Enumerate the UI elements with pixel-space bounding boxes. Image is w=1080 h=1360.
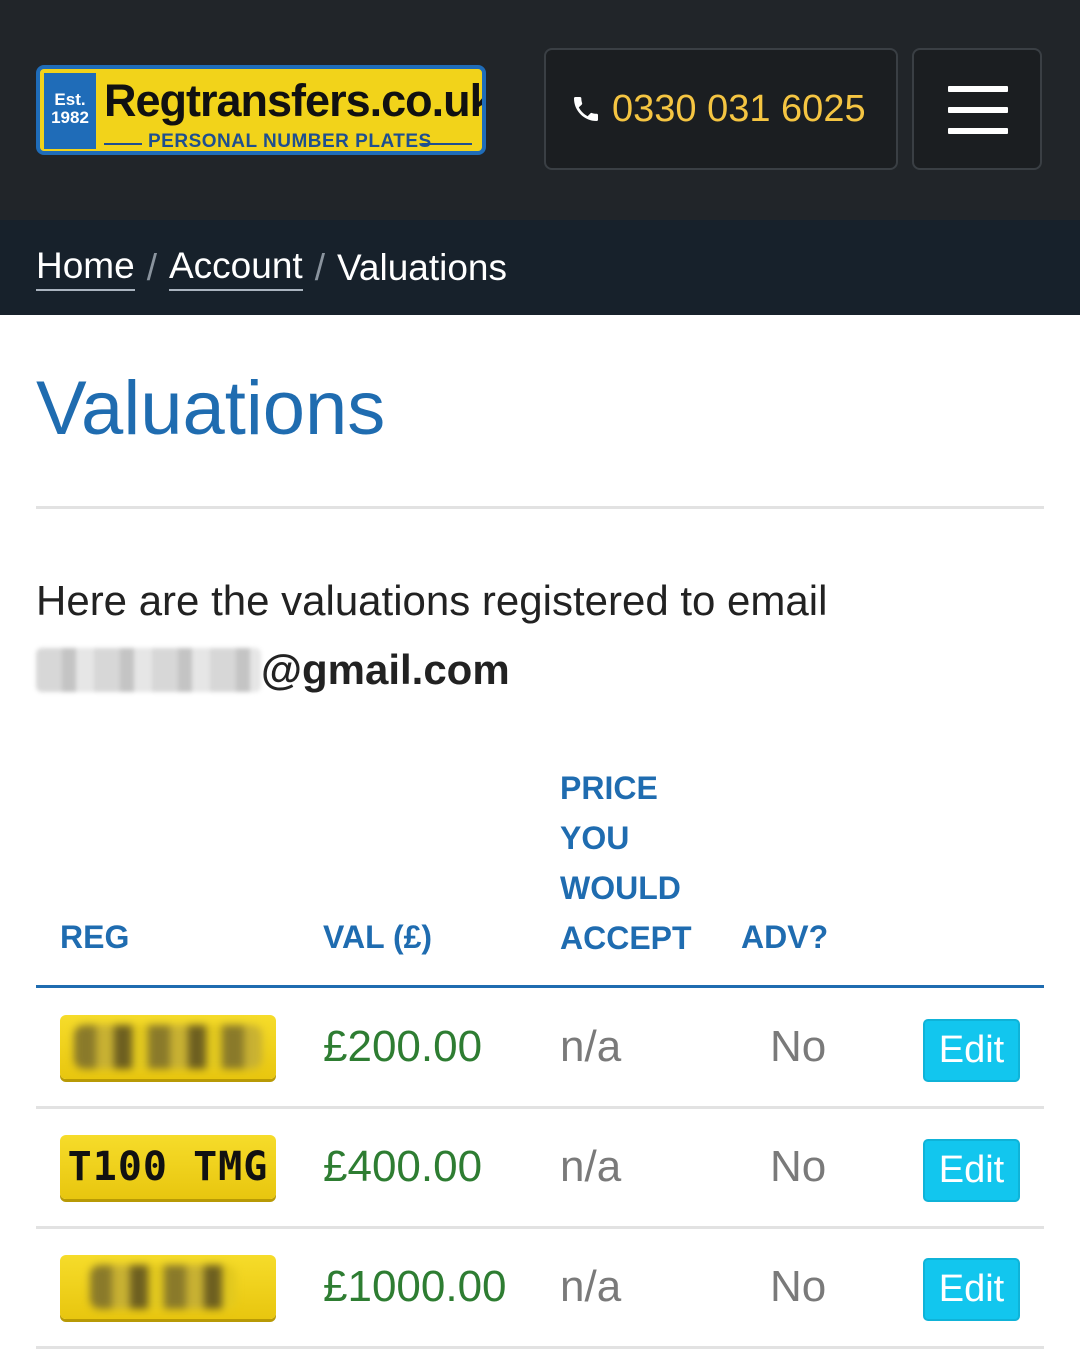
intro-message: Here are the valuations registered to em…	[36, 577, 828, 624]
email-domain: @gmail.com	[261, 646, 510, 693]
breadcrumb: Home / Account / Valuations	[0, 220, 1080, 315]
advertise-status: No	[770, 1142, 827, 1191]
menu-button[interactable]	[912, 48, 1042, 170]
valuation-amount: £400.00	[323, 1142, 483, 1191]
page-title: Valuations	[36, 366, 386, 451]
column-header-adv: ADV?	[741, 919, 829, 955]
advertise-status: No	[770, 1262, 827, 1311]
phone-number: 0330 031 6025	[612, 87, 866, 130]
breadcrumb-separator: /	[314, 246, 325, 288]
edit-button[interactable]: Edit	[923, 1258, 1020, 1321]
accept-price: n/a	[560, 1022, 622, 1071]
redacted-plate	[74, 1025, 262, 1069]
row-divider	[36, 1106, 1044, 1109]
phone-icon	[574, 97, 598, 121]
breadcrumb-home[interactable]: Home	[36, 245, 135, 291]
column-header-reg: REG	[60, 919, 130, 955]
column-header-price-line: PRICE	[560, 770, 658, 806]
breadcrumb-account[interactable]: Account	[168, 245, 303, 291]
column-header-val: VAL (£)	[323, 919, 433, 955]
advertise-status: No	[770, 1022, 827, 1071]
column-header-price: PRICE YOU WOULD ACCEPT	[560, 763, 692, 963]
edit-button[interactable]: Edit	[923, 1019, 1020, 1082]
row-divider	[36, 1226, 1044, 1229]
menu-bar-top	[948, 86, 1008, 92]
reg-plate-text: T100 TMG	[67, 1144, 269, 1190]
breadcrumb-current: Valuations	[336, 246, 508, 288]
table-header-divider	[36, 985, 1044, 988]
valuation-amount: £200.00	[323, 1022, 483, 1071]
menu-bar-middle	[948, 107, 1008, 113]
intro-text: Here are the valuations registered to em…	[36, 566, 1036, 704]
row-divider	[36, 1346, 1044, 1349]
logo-divider-left	[104, 143, 142, 145]
site-logo[interactable]: Est. 1982 Regtransfers.co.uk PERSONAL NU…	[36, 65, 486, 155]
valuation-amount: £1000.00	[323, 1262, 507, 1311]
menu-bar-bottom	[948, 128, 1008, 134]
logo-established-badge: Est. 1982	[44, 73, 96, 149]
logo-divider-right	[422, 143, 472, 145]
phone-button[interactable]: 0330 031 6025	[544, 48, 898, 170]
edit-button[interactable]: Edit	[923, 1139, 1020, 1202]
breadcrumb-separator: /	[146, 246, 157, 288]
column-header-price-line: ACCEPT	[560, 920, 692, 956]
title-divider	[36, 506, 1044, 509]
logo-subtitle: PERSONAL NUMBER PLATES	[148, 131, 432, 152]
site-header: Est. 1982 Regtransfers.co.uk PERSONAL NU…	[0, 0, 1080, 220]
reg-plate[interactable]	[60, 1015, 276, 1079]
redacted-plate	[90, 1265, 236, 1309]
logo-est-text: Est. 1982	[51, 90, 89, 127]
column-header-price-line: WOULD	[560, 870, 681, 906]
logo-name: Regtransfers.co.uk	[104, 75, 486, 126]
accept-price: n/a	[560, 1142, 622, 1191]
reg-plate[interactable]: T100 TMG	[60, 1135, 276, 1199]
reg-plate[interactable]	[60, 1255, 276, 1319]
redacted-email-username	[36, 648, 261, 692]
column-header-price-line: YOU	[560, 820, 630, 856]
accept-price: n/a	[560, 1262, 622, 1311]
